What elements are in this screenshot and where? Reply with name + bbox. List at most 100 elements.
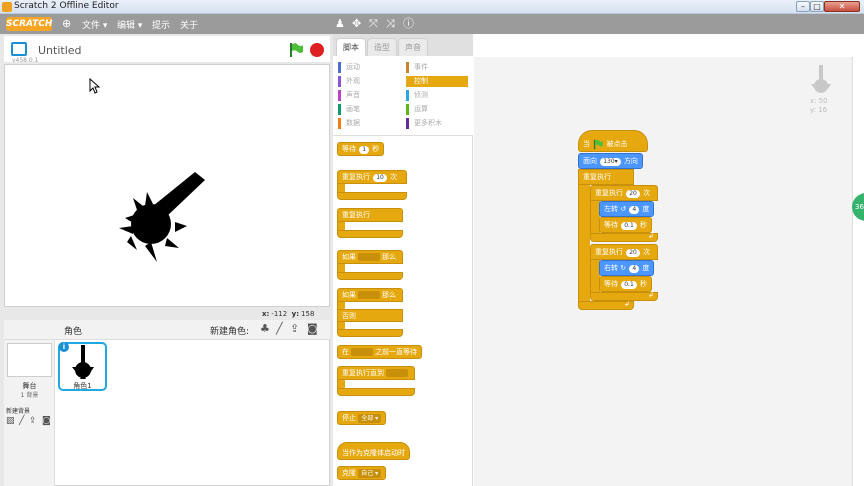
grow-icon[interactable]: ⤧ [369,18,378,30]
upload-sprite-icon[interactable]: ⇪ [290,322,299,335]
loop-arrow-icon: ↲ [624,300,630,308]
palette-repeat-until-block[interactable]: 重复执行直到 [337,366,415,380]
palette-create-clone-block[interactable]: 克隆 自己 ▾ [337,466,387,480]
palette-repeat-block[interactable]: 重复执行 10 次 [337,170,407,184]
category-color-bar [406,62,409,73]
category-looks[interactable]: 外观 [338,76,398,87]
version-label: v458.0.1 [12,57,39,64]
current-sprite-position: x: 50 y: 16 [810,97,828,115]
tab-sounds[interactable]: 声音 [398,38,428,56]
if-else-condition-slot[interactable] [358,291,380,299]
help-icon[interactable]: ⓘ [403,18,414,30]
palette-forever-block[interactable]: 重复执行 [337,208,403,222]
palette-if-mouth [337,264,345,272]
minimize-button[interactable]: – [796,1,810,12]
palette-when-clone-starts-hat[interactable]: 当作为克隆体启动时 [337,442,410,460]
category-operators[interactable]: 运算 [406,104,466,115]
info-icon[interactable]: i [59,342,69,352]
maximize-button[interactable]: □ [810,1,824,12]
direction-input[interactable]: 130▾ [600,158,621,166]
palette-wait-block[interactable]: 等待 1 秒 [337,142,385,156]
green-flag-icon[interactable] [288,42,304,58]
category-color-bar [406,90,409,101]
category-control[interactable]: 控制 [406,76,468,87]
category-color-bar [338,90,341,101]
globe-icon[interactable]: ⊕ [62,18,71,30]
sprite-name: 角色1 [73,382,92,390]
y-value: 158 [301,310,315,318]
close-button[interactable]: ✕ [824,1,860,12]
wait-seconds-input[interactable]: 1 [359,146,370,154]
repeat-until-condition-slot[interactable] [386,369,408,377]
category-motion[interactable]: 运动 [338,62,398,73]
repeat-count-input-1[interactable]: 20 [626,190,640,198]
wait-block-1[interactable]: 等待 0.1 秒 [599,217,653,233]
palette-wait-until-block[interactable]: 在之前一直等待 [337,345,422,359]
clone-target-dropdown[interactable]: 自己 ▾ [358,469,382,478]
category-sound[interactable]: 声音 [338,90,398,101]
fullscreen-icon[interactable] [11,42,27,56]
repeat-block-1[interactable]: 重复执行 20 次 [590,185,658,201]
category-data[interactable]: 数据 [338,118,398,129]
point-in-direction-block[interactable]: 面向 130▾ 方向 [578,153,643,169]
category-color-bar [338,62,341,73]
menu-bar: SCRATCH ⊕ 文件 ▾ 编辑 ▾ 提示 关于 ♟ ✥ ⤧ ⤨ ⓘ [0,14,864,34]
sprite-mace[interactable] [113,168,209,264]
category-events[interactable]: 事件 [406,62,466,73]
wait-until-condition-slot[interactable] [351,348,373,356]
stage-thumbnail[interactable] [7,343,52,377]
scratch-logo[interactable]: SCRATCH [6,17,52,31]
stage-backdrop-count: 1 背景 [20,392,39,399]
scripts-area[interactable] [474,57,852,486]
repeat-count-input[interactable]: 10 [373,174,387,182]
category-color-bar [406,118,409,129]
category-more-blocks[interactable]: 更多积木 [406,118,466,129]
category-pen[interactable]: 画笔 [338,104,398,115]
palette-if-cap [337,272,403,280]
shrink-icon[interactable]: ⤨ [386,18,395,30]
palette-if-else-block[interactable]: 如果 那么 [337,288,403,302]
tab-costumes[interactable]: 造型 [367,38,397,56]
paint-backdrop-icon[interactable]: ╱ [19,416,24,426]
project-title[interactable]: Untitled [38,44,82,57]
wait-block-2[interactable]: 等待 0.1 秒 [599,276,653,292]
category-color-bar [406,104,409,115]
palette-repeat-mouth [337,184,345,192]
palette-forever-cap [337,230,403,238]
camera-backdrop-icon[interactable]: ◙ [42,416,51,426]
turn-left-degrees-input[interactable]: 4 [629,206,640,214]
palette-if-block[interactable]: 如果 那么 [337,250,403,264]
menu-file[interactable]: 文件 ▾ [82,18,107,31]
turn-right-degrees-input[interactable]: 4 [629,265,640,273]
repeat-count-input-2[interactable]: 20 [626,249,640,257]
palette-stop-block[interactable]: 停止 全部 ▾ [337,411,387,425]
choose-sprite-library-icon[interactable]: ♣ [260,322,270,335]
cut-icon[interactable]: ✥ [352,18,361,30]
app-icon [2,2,12,12]
upload-backdrop-icon[interactable]: ⇪ [29,416,37,426]
stop-icon[interactable] [310,43,324,57]
menu-tips[interactable]: 提示 [152,18,170,31]
category-sensing[interactable]: 侦测 [406,90,466,101]
mouse-coordinates: x: -112 y: 158 [262,310,314,318]
when-flag-clicked-hat[interactable]: 当 被点击 [578,130,648,152]
backdrop-library-icon[interactable]: ▨ [6,416,15,426]
scripts-scrollbar[interactable] [852,57,864,486]
turn-left-block[interactable]: 左转 ↺ 4 度 [599,201,655,217]
turn-right-block[interactable]: 右转 ↻ 4 度 [599,260,655,276]
stop-option-dropdown[interactable]: 全部 ▾ [358,414,382,423]
camera-sprite-icon[interactable]: ◙ [307,322,318,335]
palette-repeat-until-mouth [337,380,345,388]
tab-scripts[interactable]: 脚本 [336,38,366,56]
duplicate-stamp-icon[interactable]: ♟ [335,18,345,30]
wait-seconds-input-1[interactable]: 0.1 [621,222,637,230]
x-label: x: [262,310,270,318]
if-condition-slot[interactable] [358,253,380,261]
wait-seconds-input-2[interactable]: 0.1 [621,281,637,289]
palette-repeat-cap [337,192,407,200]
forever-block[interactable]: 重复执行 [578,169,634,185]
menu-about[interactable]: 关于 [180,18,198,31]
paint-sprite-icon[interactable]: ╱ [276,322,283,335]
menu-edit[interactable]: 编辑 ▾ [117,18,142,31]
repeat-block-2[interactable]: 重复执行 20 次 [590,244,658,260]
